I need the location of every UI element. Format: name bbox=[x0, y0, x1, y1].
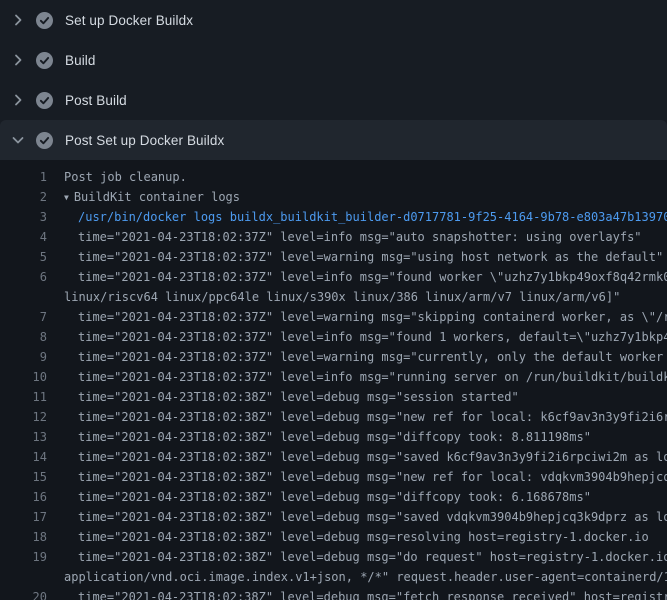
step-row-post-set-up-docker-buildx[interactable]: Post Set up Docker Buildx bbox=[0, 120, 667, 160]
step-label: Post Set up Docker Buildx bbox=[65, 133, 224, 148]
log-row: linux/riscv64 linux/ppc64le linux/s390x … bbox=[0, 287, 667, 307]
log-line-text: time="2021-04-23T18:02:37Z" level=info m… bbox=[78, 267, 667, 287]
log-line-number[interactable]: 3 bbox=[0, 207, 47, 227]
log-line-text: time="2021-04-23T18:02:38Z" level=debug … bbox=[78, 427, 591, 447]
step-label: Set up Docker Buildx bbox=[65, 13, 193, 28]
chevron-right-icon[interactable] bbox=[10, 52, 26, 68]
log-line-text: time="2021-04-23T18:02:38Z" level=debug … bbox=[78, 447, 667, 467]
log-row: 11 time="2021-04-23T18:02:38Z" level=debu… bbox=[0, 387, 667, 407]
log-line-number[interactable]: 8 bbox=[0, 327, 47, 347]
log-line-number[interactable]: 13 bbox=[0, 427, 47, 447]
chevron-down-icon[interactable] bbox=[10, 132, 26, 148]
log-line-text: Post job cleanup. bbox=[64, 167, 187, 187]
log-row: 6 time="2021-04-23T18:02:37Z" level=info … bbox=[0, 267, 667, 287]
log-row: 9 time="2021-04-23T18:02:37Z" level=warni… bbox=[0, 347, 667, 367]
log-line-number[interactable]: 19 bbox=[0, 547, 47, 567]
log-line-text: time="2021-04-23T18:02:37Z" level=info m… bbox=[78, 227, 642, 247]
log-line-number[interactable]: 5 bbox=[0, 247, 47, 267]
check-circle-icon bbox=[36, 132, 53, 149]
log-line-text: time="2021-04-23T18:02:37Z" level=info m… bbox=[78, 367, 667, 387]
log-line-number[interactable]: 7 bbox=[0, 307, 47, 327]
log-line-text: time="2021-04-23T18:02:37Z" level=warnin… bbox=[78, 347, 667, 367]
log-line-text: ▼ BuildKit container logs bbox=[64, 187, 240, 207]
log-group-label: BuildKit container logs bbox=[74, 190, 240, 204]
log-line-text: time="2021-04-23T18:02:37Z" level=info m… bbox=[78, 327, 667, 347]
log-row: 19 time="2021-04-23T18:02:38Z" level=debu… bbox=[0, 547, 667, 567]
log-line-text: time="2021-04-23T18:02:38Z" level=debug … bbox=[78, 407, 667, 427]
log-line-number[interactable]: 17 bbox=[0, 507, 47, 527]
log-row: 3/usr/bin/docker logs buildx_buildkit_bu… bbox=[0, 207, 667, 227]
log-line-number[interactable]: 18 bbox=[0, 527, 47, 547]
log-viewer: 1 Post job cleanup. 2 ▼ BuildKit container l… bbox=[0, 160, 667, 600]
log-group-row[interactable]: 2 ▼ BuildKit container logs bbox=[0, 187, 667, 207]
steps-list: Set up Docker Buildx Build Post Build Post … bbox=[0, 0, 667, 160]
check-circle-icon bbox=[36, 12, 53, 29]
log-command-text: /usr/bin/docker logs buildx_buildkit_bui… bbox=[78, 207, 667, 227]
log-line-text: time="2021-04-23T18:02:38Z" level=debug … bbox=[78, 527, 649, 547]
log-line-number[interactable]: 11 bbox=[0, 387, 47, 407]
step-label: Post Build bbox=[65, 93, 127, 108]
check-circle-icon bbox=[36, 92, 53, 109]
log-row: 5 time="2021-04-23T18:02:37Z" level=warni… bbox=[0, 247, 667, 267]
log-line-number[interactable]: 10 bbox=[0, 367, 47, 387]
log-row: 15 time="2021-04-23T18:02:38Z" level=debu… bbox=[0, 467, 667, 487]
log-line-number bbox=[0, 567, 47, 587]
log-row: application/vnd.oci.image.index.v1+json,… bbox=[0, 567, 667, 587]
log-line-number[interactable]: 6 bbox=[0, 267, 47, 287]
step-label: Build bbox=[65, 53, 96, 68]
log-row: 13 time="2021-04-23T18:02:38Z" level=debu… bbox=[0, 427, 667, 447]
log-row: 7 time="2021-04-23T18:02:37Z" level=warni… bbox=[0, 307, 667, 327]
chevron-right-icon[interactable] bbox=[10, 12, 26, 28]
log-line-number bbox=[0, 287, 47, 307]
log-row: 17 time="2021-04-23T18:02:38Z" level=debu… bbox=[0, 507, 667, 527]
log-line-number[interactable]: 15 bbox=[0, 467, 47, 487]
log-row: 14 time="2021-04-23T18:02:38Z" level=debu… bbox=[0, 447, 667, 467]
chevron-right-icon[interactable] bbox=[10, 92, 26, 108]
log-line-number[interactable]: 2 bbox=[0, 187, 47, 207]
log-line-number[interactable]: 16 bbox=[0, 487, 47, 507]
log-line-text: time="2021-04-23T18:02:38Z" level=debug … bbox=[78, 467, 667, 487]
log-row: 10 time="2021-04-23T18:02:37Z" level=info… bbox=[0, 367, 667, 387]
step-row-set-up-docker-buildx[interactable]: Set up Docker Buildx bbox=[0, 0, 667, 40]
log-row: 1 Post job cleanup. bbox=[0, 167, 667, 187]
log-row: 18 time="2021-04-23T18:02:38Z" level=debu… bbox=[0, 527, 667, 547]
log-line-number[interactable]: 14 bbox=[0, 447, 47, 467]
log-line-text: time="2021-04-23T18:02:38Z" level=debug … bbox=[78, 387, 519, 407]
log-line-text: application/vnd.oci.image.index.v1+json,… bbox=[64, 567, 667, 587]
log-row: 12 time="2021-04-23T18:02:38Z" level=debu… bbox=[0, 407, 667, 427]
log-row: 8 time="2021-04-23T18:02:37Z" level=info … bbox=[0, 327, 667, 347]
step-row-post-build[interactable]: Post Build bbox=[0, 80, 667, 120]
log-line-number[interactable]: 4 bbox=[0, 227, 47, 247]
log-row: 16 time="2021-04-23T18:02:38Z" level=debu… bbox=[0, 487, 667, 507]
log-line-text: linux/riscv64 linux/ppc64le linux/s390x … bbox=[64, 287, 620, 307]
log-row: 20 time="2021-04-23T18:02:38Z" level=debu… bbox=[0, 587, 667, 600]
log-row: 4 time="2021-04-23T18:02:37Z" level=info … bbox=[0, 227, 667, 247]
log-line-number[interactable]: 20 bbox=[0, 587, 47, 600]
log-line-number[interactable]: 9 bbox=[0, 347, 47, 367]
log-line-number[interactable]: 1 bbox=[0, 167, 47, 187]
log-line-text: time="2021-04-23T18:02:38Z" level=debug … bbox=[78, 487, 591, 507]
collapse-triangle-icon[interactable]: ▼ bbox=[64, 188, 69, 207]
log-line-number[interactable]: 12 bbox=[0, 407, 47, 427]
log-line-text: time="2021-04-23T18:02:37Z" level=warnin… bbox=[78, 247, 663, 267]
log-line-text: time="2021-04-23T18:02:38Z" level=debug … bbox=[78, 507, 667, 527]
log-line-text: time="2021-04-23T18:02:38Z" level=debug … bbox=[78, 587, 667, 600]
check-circle-icon bbox=[36, 52, 53, 69]
log-line-text: time="2021-04-23T18:02:37Z" level=warnin… bbox=[78, 307, 667, 327]
step-row-build[interactable]: Build bbox=[0, 40, 667, 80]
log-line-text: time="2021-04-23T18:02:38Z" level=debug … bbox=[78, 547, 667, 567]
